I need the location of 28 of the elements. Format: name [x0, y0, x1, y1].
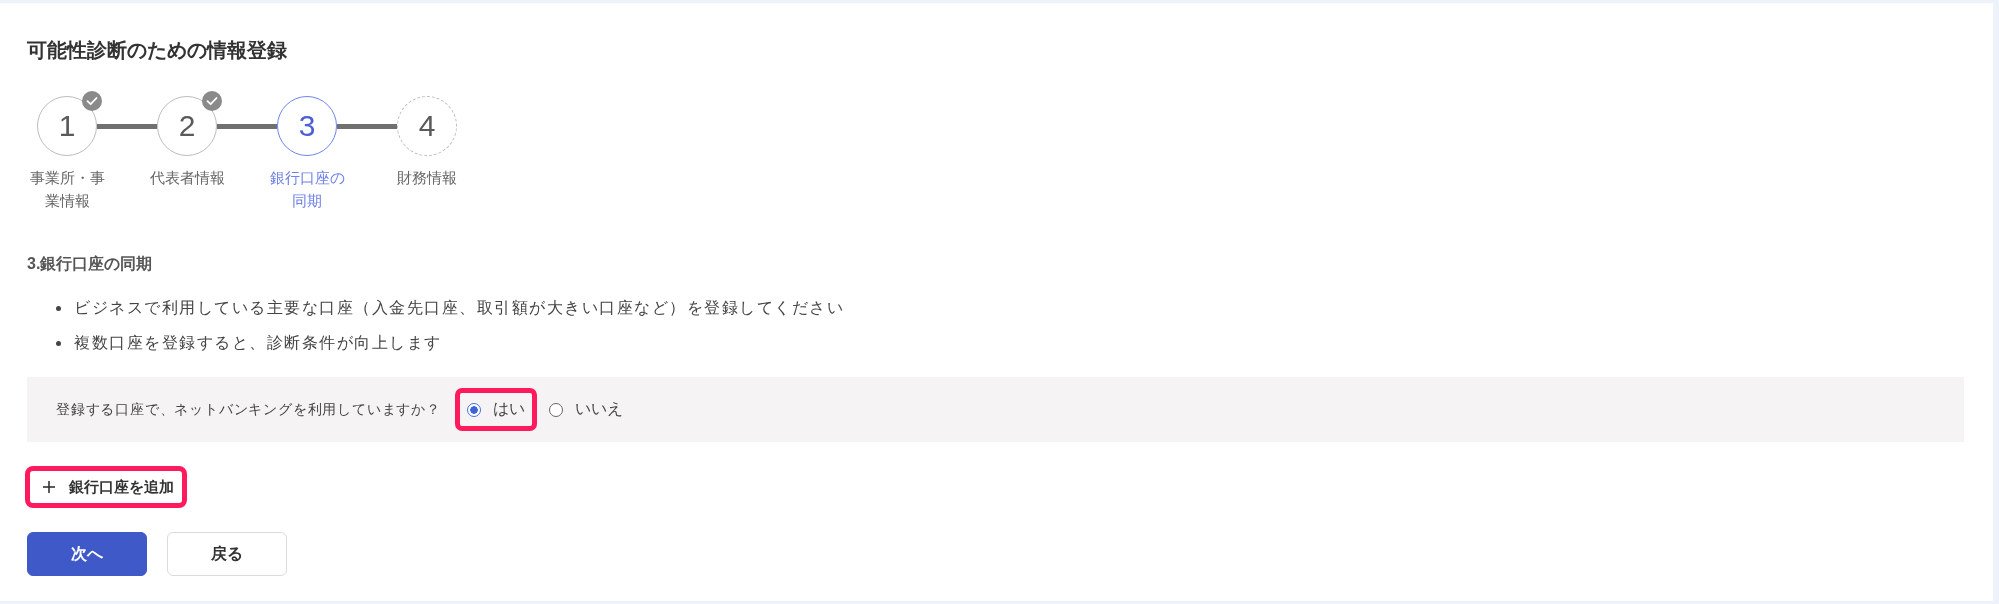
check-icon [82, 91, 102, 111]
check-icon [202, 91, 222, 111]
step-label: 事業所・事業情報 [28, 168, 106, 211]
step-circle: 2 [157, 96, 217, 156]
step-label: 代表者情報 [148, 168, 226, 188]
radio-button[interactable] [548, 402, 563, 417]
bullet-icon [56, 306, 61, 311]
bullet-icon [56, 341, 61, 346]
step-circle: 4 [397, 96, 457, 156]
step-circle: 3 [277, 96, 337, 156]
step-label: 財務情報 [396, 168, 458, 188]
instruction-text: 複数口座を登録すると、診断条件が向上します [74, 333, 442, 353]
radio-option[interactable]: いいえ [536, 388, 635, 431]
step-connector [337, 123, 397, 129]
instruction-text: ビジネスで利用している主要な口座（入金先口座、取引額が大きい口座など）を登録してください [74, 298, 844, 318]
step-circle: 1 [37, 96, 97, 156]
plus-icon [43, 481, 55, 493]
page-title: 可能性診断のための情報登録 [27, 38, 288, 63]
step-connector [97, 123, 157, 129]
step-label: 銀行口座の同期 [268, 168, 346, 211]
section-title: 3.銀行口座の同期 [27, 254, 154, 274]
secondary-button[interactable]: 戻る [167, 532, 287, 576]
add-account-button[interactable]: 銀行口座を追加 [25, 466, 187, 508]
radio-button[interactable] [466, 402, 481, 417]
question-text: 登録する口座で、ネットバンキングを利用していますか？ [56, 400, 441, 419]
radio-option[interactable]: はい [454, 388, 537, 431]
primary-button[interactable]: 次へ [27, 532, 147, 576]
step-connector [217, 123, 277, 129]
